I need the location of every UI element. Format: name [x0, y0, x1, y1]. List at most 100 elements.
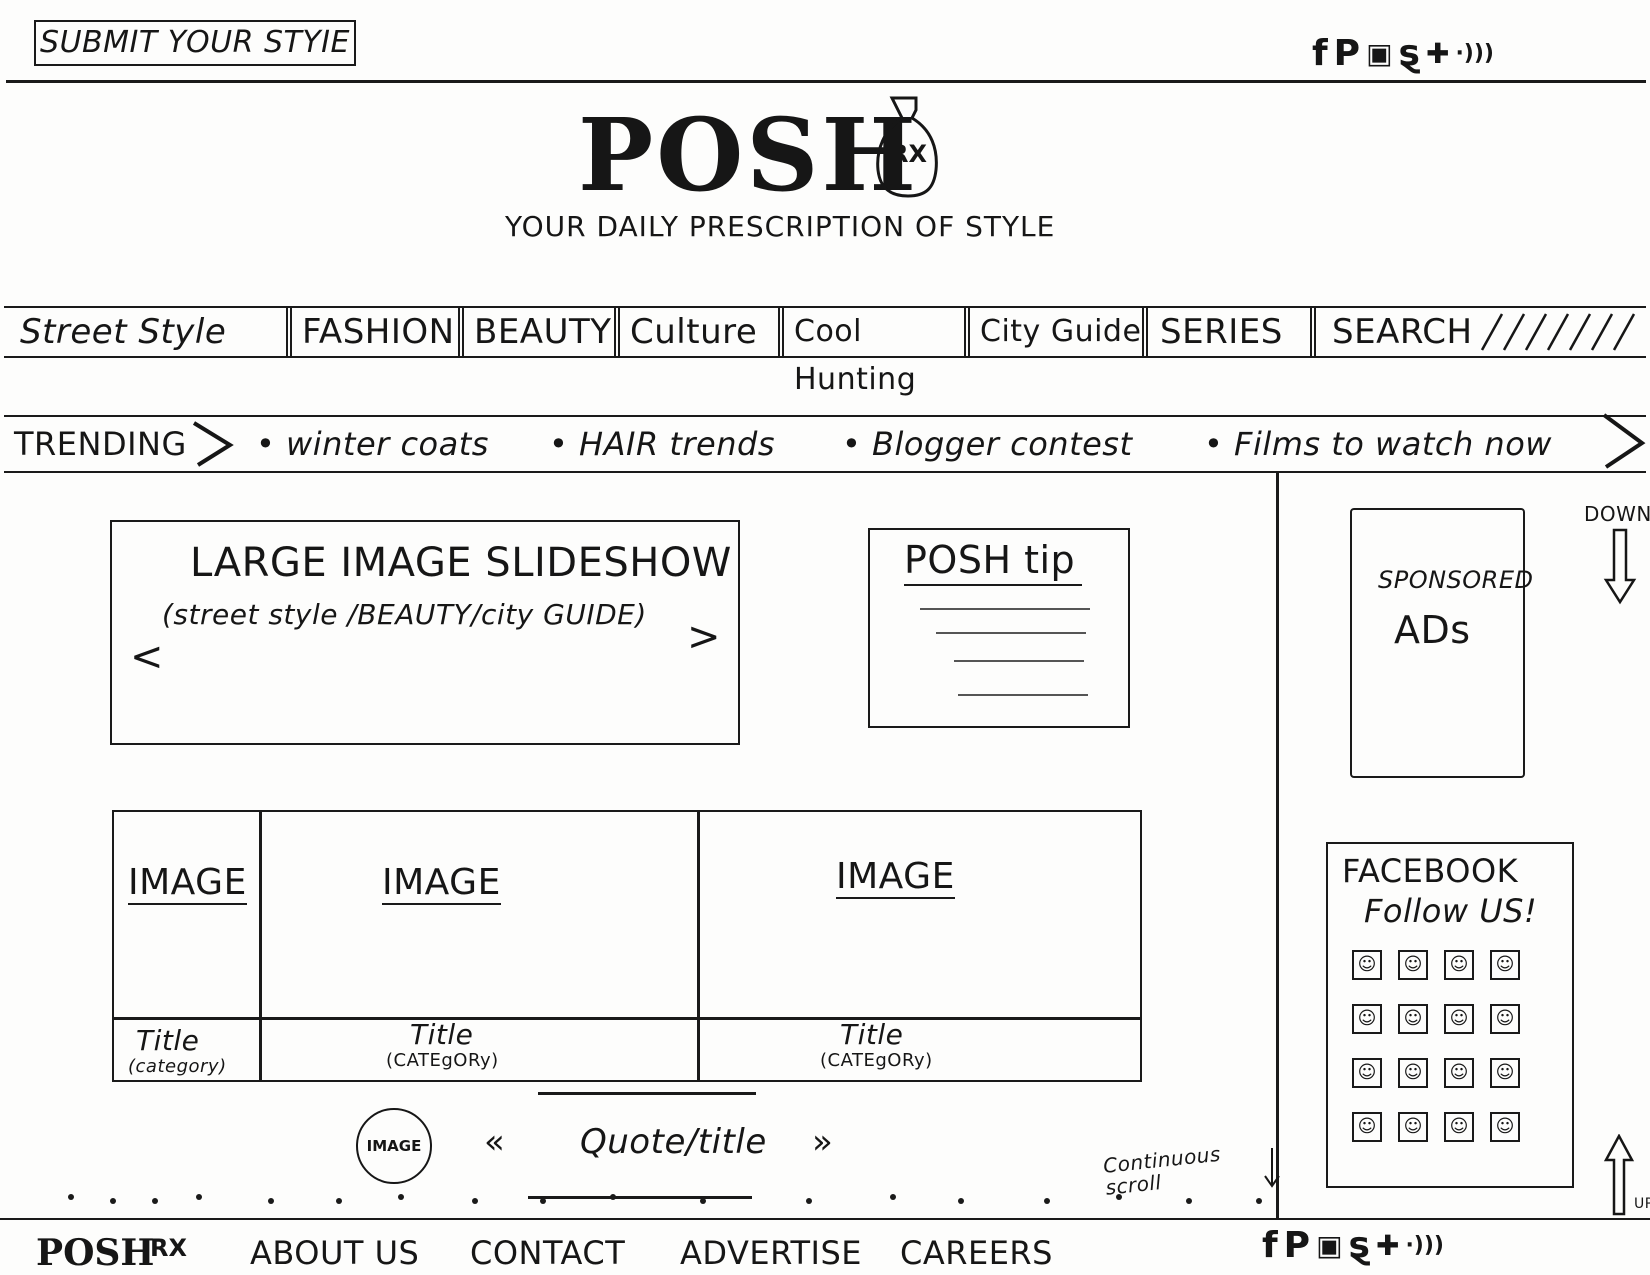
- follower-avatar[interactable]: ☺: [1444, 950, 1474, 980]
- nav-cool-hunting[interactable]: Cool Hunting: [784, 308, 964, 397]
- trending-next-arrow[interactable]: [1600, 411, 1646, 475]
- posh-tip-box: POSH tip: [868, 528, 1130, 728]
- follower-avatar[interactable]: ☺: [1444, 1058, 1474, 1088]
- follower-avatar[interactable]: ☺: [1398, 950, 1428, 980]
- footer-rx-mark: RX: [150, 1234, 187, 1262]
- trending-item[interactable]: • Films to watch now: [1204, 417, 1552, 471]
- article-cards: IMAGE Title (category) IMAGE Title (CATE…: [112, 810, 1142, 1082]
- rss-icon[interactable]: ·))): [1405, 1226, 1444, 1266]
- footer-link-advertise[interactable]: ADVERTISE: [680, 1234, 862, 1272]
- follower-avatar[interactable]: ☺: [1444, 1004, 1474, 1034]
- footer-social-links: f P ▣ ȿ ✚ ·))): [1262, 1226, 1444, 1266]
- trending-item[interactable]: • Blogger contest: [842, 417, 1133, 471]
- scroll-dot: [958, 1198, 964, 1204]
- sidebar-divider: [1276, 473, 1279, 1218]
- arrow-down-icon[interactable]: [1602, 528, 1638, 610]
- tip-text-line: [936, 632, 1086, 634]
- follower-avatar[interactable]: ☺: [1490, 1058, 1520, 1088]
- follower-avatar[interactable]: ☺: [1490, 1112, 1520, 1142]
- follower-avatar[interactable]: ☺: [1352, 1004, 1382, 1034]
- quote-top-rule: [538, 1092, 756, 1095]
- tip-text-line: [920, 608, 1090, 610]
- footer-link-contact[interactable]: CONTACT: [470, 1234, 625, 1272]
- submit-your-style-button[interactable]: SUBMIT YOUR STYIE: [34, 20, 356, 66]
- instagram-icon[interactable]: ▣: [1366, 34, 1392, 74]
- instagram-icon[interactable]: ▣: [1316, 1226, 1342, 1266]
- nav-street-style[interactable]: Street Style: [10, 308, 282, 356]
- scroll-dot: [68, 1194, 74, 1200]
- scroll-dot: [890, 1194, 896, 1200]
- pinterest-icon[interactable]: P: [1284, 1226, 1310, 1266]
- twitter-icon[interactable]: ȿ: [1399, 34, 1420, 74]
- slideshow-prev-button[interactable]: <: [130, 634, 164, 680]
- arrow-up-icon[interactable]: [1602, 1133, 1636, 1220]
- twitter-icon[interactable]: ȿ: [1349, 1226, 1370, 1266]
- scroll-dot: [540, 1198, 546, 1204]
- googleplus-icon[interactable]: ✚: [1376, 1226, 1399, 1266]
- follower-avatar[interactable]: ☺: [1352, 1058, 1382, 1088]
- facebook-follower-grid: ☺ ☺ ☺ ☺ ☺ ☺ ☺ ☺ ☺ ☺ ☺ ☺ ☺ ☺ ☺ ☺: [1352, 950, 1552, 1142]
- quote-prev-button[interactable]: «: [484, 1122, 505, 1162]
- card-category: (CATEgORy): [386, 1050, 499, 1071]
- pinterest-icon[interactable]: P: [1334, 34, 1360, 74]
- slideshow-title: LARGE IMAGE SLIDESHOW: [190, 540, 732, 586]
- facebook-icon[interactable]: f: [1312, 34, 1328, 74]
- follower-avatar[interactable]: ☺: [1352, 950, 1382, 980]
- nav-fashion[interactable]: FASHION: [292, 308, 458, 356]
- header-social-links: f P ▣ ȿ ✚ ·))): [1312, 34, 1494, 74]
- tip-text-line: [958, 694, 1088, 696]
- scroll-dot: [1186, 1198, 1192, 1204]
- posh-tip-title: POSH tip: [904, 538, 1082, 586]
- nav-series[interactable]: SERIES: [1150, 308, 1310, 356]
- card-category: (CATEgORy): [820, 1050, 933, 1071]
- slideshow-next-button[interactable]: >: [687, 614, 721, 660]
- trending-item[interactable]: • HAIR trends: [549, 417, 775, 471]
- footer-link-about[interactable]: ABOUT US: [250, 1234, 419, 1272]
- follower-avatar[interactable]: ☺: [1398, 1058, 1428, 1088]
- follower-avatar[interactable]: ☺: [1352, 1112, 1382, 1142]
- scroll-dot: [398, 1194, 404, 1200]
- svg-text:RX: RX: [890, 140, 927, 168]
- card-title: Title: [136, 1024, 200, 1057]
- tagline: YOUR DAILY PRESCRIPTION OF STYLE: [505, 210, 1056, 243]
- scroll-down-label: DOWN: [1584, 502, 1650, 526]
- scroll-dot: [110, 1198, 116, 1204]
- image-slideshow[interactable]: LARGE IMAGE SLIDESHOW (street style /BEA…: [110, 520, 740, 745]
- scroll-dot: [336, 1198, 342, 1204]
- trending-item[interactable]: • winter coats: [256, 417, 489, 471]
- rss-icon[interactable]: ·))): [1455, 34, 1494, 74]
- footer-logo[interactable]: POSH: [36, 1232, 154, 1274]
- follower-avatar[interactable]: ☺: [1398, 1004, 1428, 1034]
- facebook-widget[interactable]: FACEBOOK Follow US! ☺ ☺ ☺ ☺ ☺ ☺ ☺ ☺ ☺ ☺ …: [1326, 842, 1574, 1188]
- header-divider: [6, 80, 1646, 83]
- rx-logo-mark: RX: [872, 90, 944, 200]
- footer-link-careers[interactable]: CAREERS: [900, 1234, 1053, 1272]
- card-image-placeholder: IMAGE: [836, 856, 955, 899]
- facebook-icon[interactable]: f: [1262, 1226, 1278, 1266]
- quote-next-button[interactable]: »: [812, 1122, 833, 1162]
- nav-city-guide[interactable]: City Guide: [970, 308, 1142, 356]
- logo[interactable]: POSH: [578, 100, 919, 210]
- article-card[interactable]: IMAGE Title (CATEgORy): [262, 812, 697, 1084]
- chevron-right-icon: [190, 419, 236, 473]
- follower-avatar[interactable]: ☺: [1490, 950, 1520, 980]
- card-category: (category): [128, 1056, 227, 1077]
- follower-avatar[interactable]: ☺: [1398, 1112, 1428, 1142]
- nav-beauty[interactable]: BEAUTY: [464, 308, 614, 356]
- follower-avatar[interactable]: ☺: [1444, 1112, 1474, 1142]
- nav-culture[interactable]: Culture: [620, 308, 778, 356]
- search-input[interactable]: [1472, 312, 1642, 352]
- quote-bottom-rule: [528, 1196, 752, 1199]
- card-title: Title: [840, 1018, 904, 1051]
- article-card[interactable]: IMAGE Title (CATEgORy): [700, 812, 1144, 1084]
- follower-avatar[interactable]: ☺: [1490, 1004, 1520, 1034]
- tip-text-line: [954, 660, 1084, 662]
- card-title: Title: [410, 1018, 474, 1051]
- article-card[interactable]: IMAGE Title (category): [114, 812, 259, 1084]
- sponsored-ads-box[interactable]: SPONSORED ADs: [1350, 508, 1533, 778]
- ads-label: ADs: [1394, 608, 1471, 652]
- scroll-dot: [806, 1198, 812, 1204]
- facebook-title: FACEBOOK: [1342, 852, 1519, 890]
- googleplus-icon[interactable]: ✚: [1426, 34, 1449, 74]
- continuous-scroll-note: Continuous scroll: [1102, 1141, 1222, 1200]
